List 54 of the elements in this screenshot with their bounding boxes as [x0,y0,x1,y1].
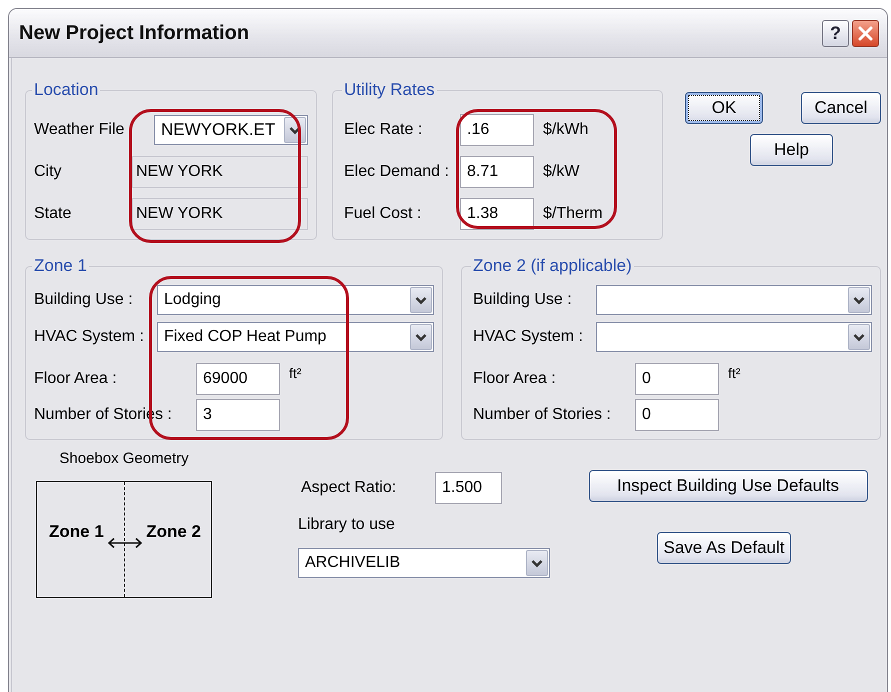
building-use-dropdown[interactable]: Lodging [157,285,434,315]
field-label: Floor Area : [473,370,557,388]
chevron-down-icon[interactable] [526,550,548,576]
help-button[interactable]: ? [822,20,849,46]
group-title: Zone 1 [33,256,88,276]
stories-field[interactable]: 0 [635,399,719,431]
unit-label: $/kWh [543,121,588,139]
field-label: Floor Area : [34,370,118,388]
field-label: Aspect Ratio: [300,479,398,497]
aspect-ratio-field[interactable]: 1.500 [435,472,502,504]
weather-file-dropdown[interactable]: NEWYORK.ET [154,115,308,145]
cancel-button[interactable]: Cancel [801,92,881,124]
unit-label: ft² [289,365,302,381]
chevron-down-icon[interactable] [848,287,870,313]
state-field: NEW YORK [132,198,308,230]
city-field: NEW YORK [132,156,308,188]
unit-label: $/Therm [543,205,603,223]
chevron-down-icon[interactable] [410,324,432,350]
group-title: Zone 2 (if applicable) [472,256,633,276]
rate-field[interactable]: 8.71 [460,156,534,188]
ok-button[interactable]: OK [685,92,763,124]
close-button[interactable] [852,20,879,46]
floor-area-field[interactable]: 0 [635,363,719,395]
double-arrow-icon [107,537,143,549]
field-label: Elec Rate : [344,121,424,139]
unit-label: ft² [728,365,740,381]
field-label: Building Use : [473,291,573,309]
chevron-down-icon[interactable] [848,324,870,350]
inspect-defaults-button[interactable]: Inspect Building Use Defaults [588,470,868,502]
library-dropdown[interactable]: ARCHIVELIB [298,548,550,578]
group-title: Utility Rates [343,80,436,100]
field-label: City [34,163,63,181]
help-button[interactable]: Help [750,134,833,166]
shoebox-title: Shoebox Geometry [59,450,189,467]
field-label: Number of Stories : [473,406,612,424]
field-label: Elec Demand : [344,163,450,181]
window-title: New Project Information [19,22,250,44]
hvac-system-dropdown[interactable]: Fixed COP Heat Pump [157,322,434,352]
field-label: Building Use : [34,291,134,309]
field-label: Library to use [298,516,396,534]
save-default-button[interactable]: Save As Default [656,532,792,564]
field-label: HVAC System : [473,328,584,346]
field-label: State [34,205,72,223]
rate-field[interactable]: 1.38 [460,198,534,230]
stories-field[interactable]: 3 [196,399,280,431]
group-title: Location [33,80,100,100]
close-icon [858,26,873,40]
chevron-down-icon[interactable] [410,287,432,313]
rate-field[interactable]: .16 [460,114,534,146]
unit-label: $/kW [543,163,580,181]
floor-area-field[interactable]: 69000 [196,363,280,395]
field-label: HVAC System : [34,328,145,346]
field-label: Fuel Cost : [344,205,422,223]
field-label: Weather File [34,121,126,139]
